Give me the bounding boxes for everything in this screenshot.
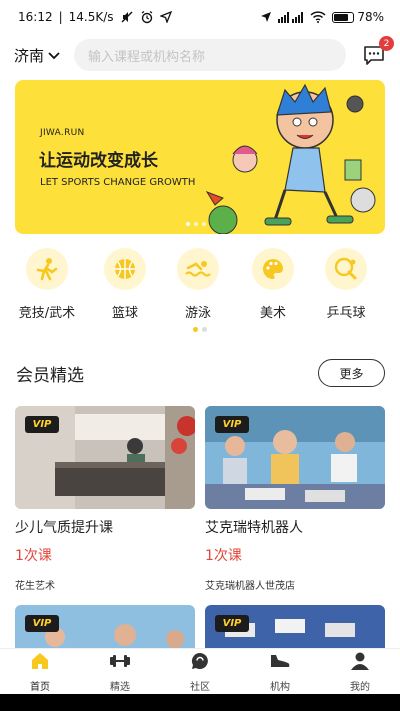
city-label: 济南 xyxy=(14,46,45,65)
palette-icon xyxy=(252,248,294,290)
status-right: 78% xyxy=(260,10,384,24)
nav-label: 精选 xyxy=(110,681,130,693)
category-row: 竞技/武术 篮球 游泳 美术 乒乓球 xyxy=(0,246,400,324)
signal-icon xyxy=(278,11,304,23)
alarm-icon xyxy=(140,10,154,24)
course-price: 1次课 xyxy=(205,548,242,564)
course-image: VIP xyxy=(205,406,385,509)
message-button[interactable]: 2 xyxy=(362,36,394,67)
bottom-navigation: 首页 精选 社区 机构 我的 xyxy=(0,648,400,694)
location-icon xyxy=(159,11,172,23)
app-screen: 16:12 | 14.5K/s 78% 济南 输入课程或机构名称 2 JIWA.… xyxy=(0,0,400,711)
course-title: 艾克瑞特机器人 xyxy=(205,520,303,536)
banner-pagination xyxy=(186,222,206,226)
nav-profile[interactable]: 我的 xyxy=(320,649,400,694)
course-title: 少儿气质提升课 xyxy=(15,520,113,536)
banner-dot xyxy=(202,222,206,226)
category-martial-arts[interactable]: 竞技/武术 xyxy=(9,246,85,321)
battery-icon xyxy=(332,11,355,23)
dumbbell-icon xyxy=(109,651,131,675)
chevron-down-icon xyxy=(48,46,60,64)
course-org: 花生艺术 xyxy=(15,581,55,592)
nav-community[interactable]: 社区 xyxy=(160,649,240,694)
status-bar: 16:12 | 14.5K/s 78% xyxy=(0,0,400,34)
mute-icon xyxy=(120,10,134,24)
banner-dot xyxy=(186,222,190,226)
nav-label: 社区 xyxy=(190,681,210,693)
status-divider: | xyxy=(58,10,63,24)
nav-featured[interactable]: 精选 xyxy=(80,649,160,694)
banner-tagline: LET SPORTS CHANGE GROWTH xyxy=(40,177,196,188)
category-label: 篮球 xyxy=(111,306,138,321)
course-card[interactable]: VIP 艾克瑞特机器人 1次课 艾克瑞机器人世茂店 xyxy=(205,406,385,592)
city-selector[interactable]: 济南 xyxy=(14,45,74,66)
section-title: 会员精选 xyxy=(16,365,84,386)
category-label: 竞技/武术 xyxy=(18,306,76,321)
nav-label: 我的 xyxy=(350,681,370,693)
user-icon xyxy=(350,651,370,675)
martial-arts-icon xyxy=(26,248,68,290)
nav-label: 机构 xyxy=(270,681,290,693)
course-image: VIP xyxy=(15,406,195,509)
category-basketball[interactable]: 篮球 xyxy=(87,246,163,321)
message-icon xyxy=(362,46,386,71)
home-icon xyxy=(30,651,50,675)
ping-pong-icon xyxy=(325,248,367,290)
category-art[interactable]: 美术 xyxy=(235,246,311,321)
swimming-icon xyxy=(177,248,219,290)
category-dot xyxy=(193,327,198,332)
category-pagination xyxy=(193,327,207,332)
top-header: 济南 输入课程或机构名称 2 xyxy=(0,34,400,76)
vip-badge: VIP xyxy=(25,416,59,433)
banner-dot xyxy=(194,222,198,226)
shoe-icon xyxy=(269,651,291,675)
status-time: 16:12 xyxy=(18,10,53,24)
more-button[interactable]: 更多 xyxy=(318,359,385,387)
basketball-icon xyxy=(104,248,146,290)
status-speed: 14.5K/s xyxy=(68,10,114,24)
nav-institution[interactable]: 机构 xyxy=(240,649,320,694)
nav-home[interactable]: 首页 xyxy=(0,649,80,694)
section-header: 会员精选 更多 xyxy=(16,358,385,388)
search-input[interactable]: 输入课程或机构名称 xyxy=(74,39,346,71)
category-ping-pong[interactable]: 乒乓球 xyxy=(308,246,384,321)
message-badge: 2 xyxy=(379,36,394,51)
chat-bubble-icon xyxy=(190,651,210,675)
nav-label: 首页 xyxy=(30,681,50,693)
wifi-icon xyxy=(310,11,326,23)
navigation-icon xyxy=(260,11,272,23)
course-price: 1次课 xyxy=(15,548,52,564)
banner-subtitle: JIWA.RUN xyxy=(40,128,85,138)
system-gesture-bar xyxy=(0,694,400,711)
promo-banner[interactable]: JIWA.RUN 让运动改变成长 LET SPORTS CHANGE GROWT… xyxy=(15,80,385,234)
battery-indicator: 78% xyxy=(332,10,384,24)
category-swimming[interactable]: 游泳 xyxy=(160,246,236,321)
vip-badge: VIP xyxy=(215,615,249,632)
banner-title: 让运动改变成长 xyxy=(39,151,158,171)
category-label: 乒乓球 xyxy=(326,306,366,321)
battery-percent: 78% xyxy=(357,10,384,24)
course-card[interactable]: VIP 少儿气质提升课 1次课 花生艺术 xyxy=(15,406,195,592)
category-dot xyxy=(202,327,207,332)
search-placeholder: 输入课程或机构名称 xyxy=(88,49,206,65)
course-org: 艾克瑞机器人世茂店 xyxy=(205,581,295,592)
vip-badge: VIP xyxy=(215,416,249,433)
category-label: 游泳 xyxy=(184,306,211,321)
category-label: 美术 xyxy=(259,306,286,321)
status-left: 16:12 | 14.5K/s xyxy=(18,10,172,24)
banner-illustration xyxy=(205,83,376,234)
vip-badge: VIP xyxy=(25,615,59,632)
